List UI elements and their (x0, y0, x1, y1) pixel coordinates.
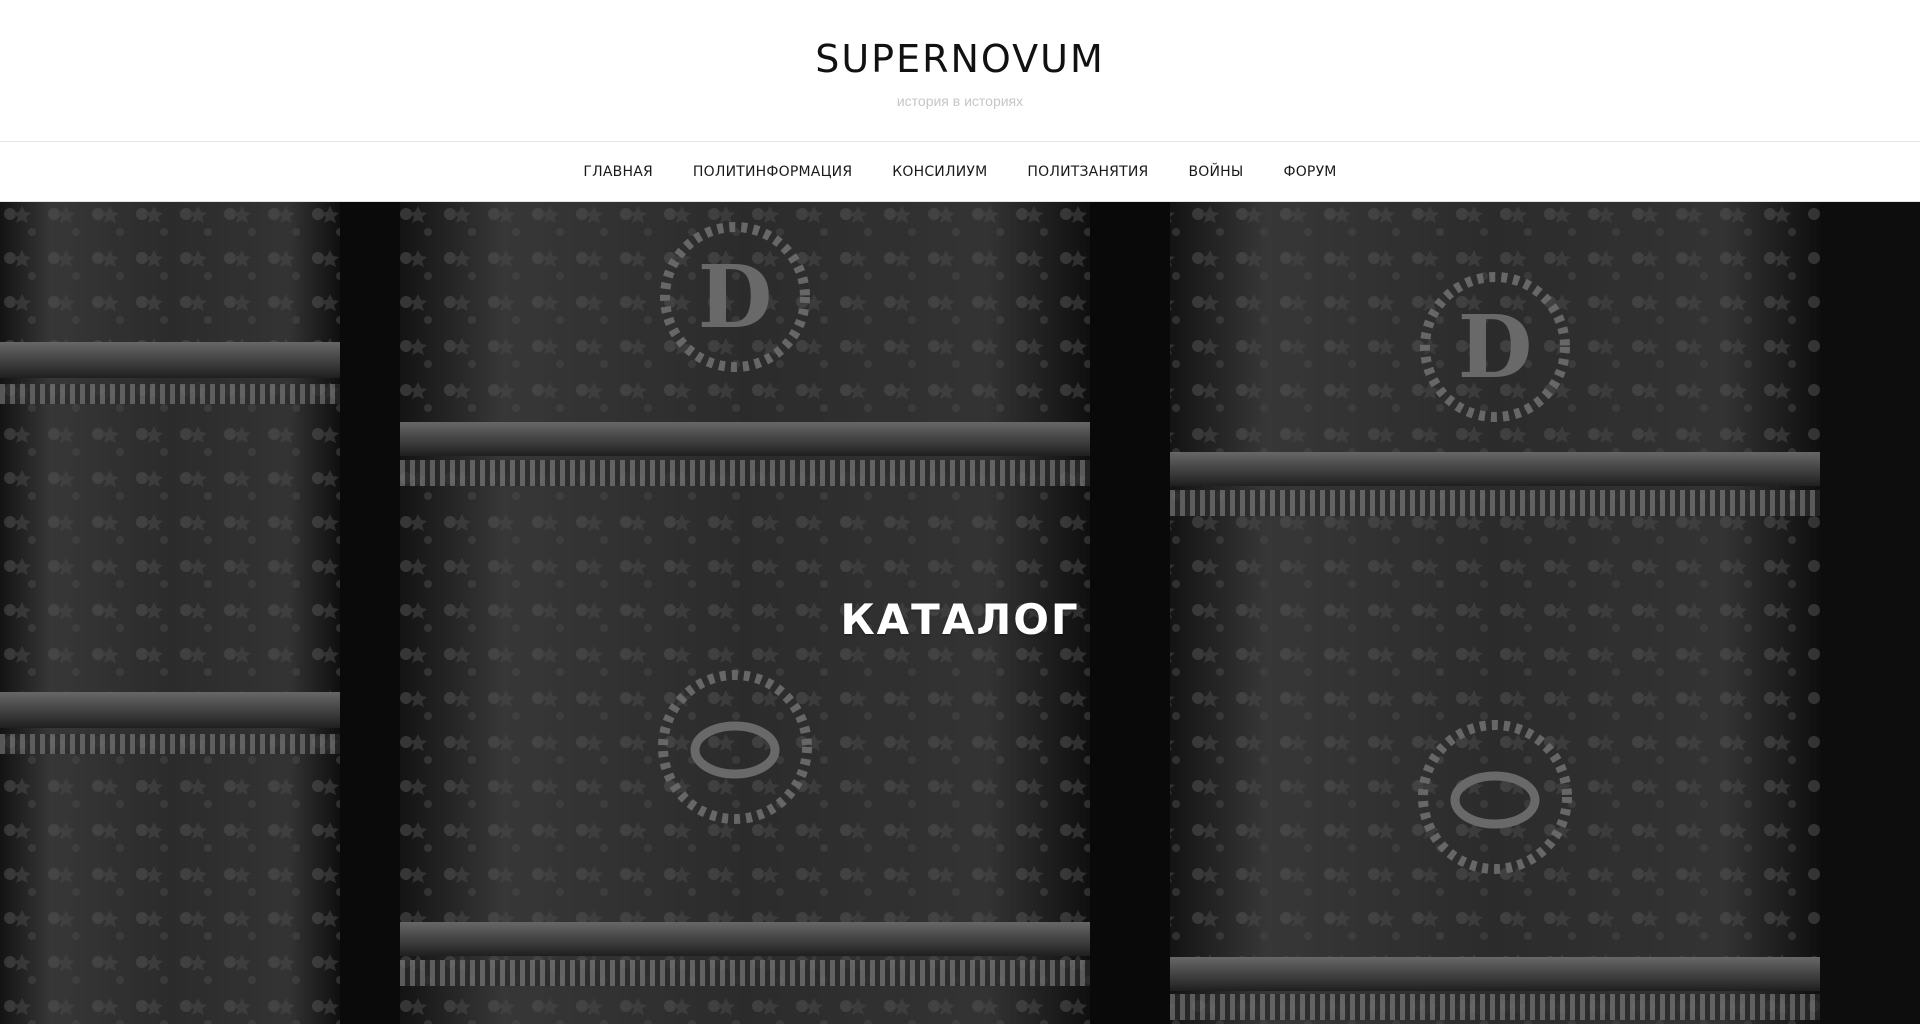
nav-item-konsilium[interactable]: КОНСИЛИУМ (892, 164, 987, 180)
site-header: SUPERNOVUM история в историях (0, 0, 1920, 141)
hero-banner: D D КАТАЛОГ (0, 202, 1920, 1024)
hero-title: КАТАЛОГ (840, 595, 1080, 644)
nav-item-glavnaya[interactable]: ГЛАВНАЯ (583, 164, 652, 180)
nav-item-politinformaciya[interactable]: ПОЛИТИНФОРМАЦИЯ (693, 164, 852, 180)
site-tagline: история в историях (896, 93, 1024, 109)
site-title[interactable]: SUPERNOVUM (0, 34, 1920, 84)
nav-item-forum[interactable]: ФОРУМ (1283, 164, 1336, 180)
main-navigation: ГЛАВНАЯ ПОЛИТИНФОРМАЦИЯ КОНСИЛИУМ ПОЛИТЗ… (0, 141, 1920, 202)
nav-item-voyny[interactable]: ВОЙНЫ (1188, 164, 1243, 180)
nav-item-politzanyatiya[interactable]: ПОЛИТЗАНЯТИЯ (1027, 164, 1148, 180)
